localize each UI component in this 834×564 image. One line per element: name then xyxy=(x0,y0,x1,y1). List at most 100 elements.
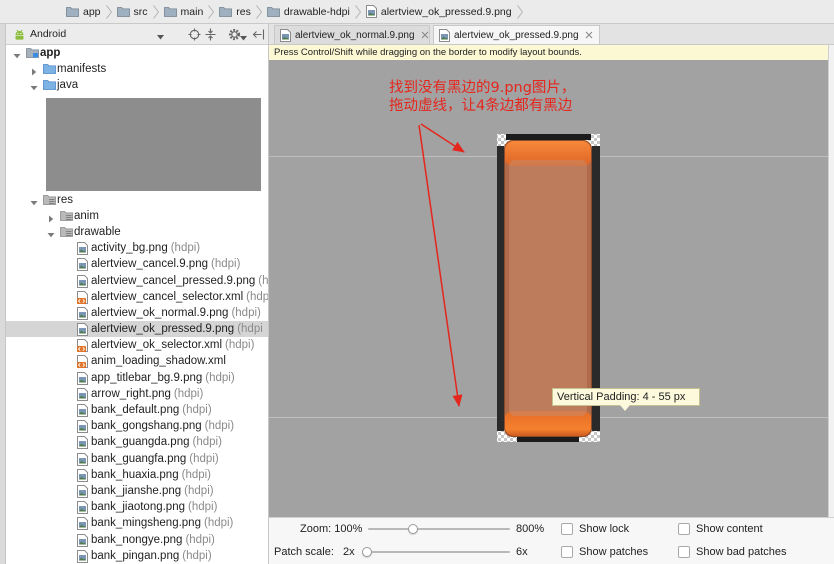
show-content-checkbox[interactable] xyxy=(678,523,690,535)
breadcrumb-label: src xyxy=(133,5,148,18)
image-file-icon xyxy=(77,436,88,450)
info-bar: Press Control/Shift while dragging on th… xyxy=(269,45,828,60)
breadcrumb-item-res[interactable]: res xyxy=(219,0,251,23)
zoom-slider[interactable] xyxy=(368,528,510,530)
show-content-label[interactable]: Show content xyxy=(696,523,763,536)
collapse-all-icon[interactable] xyxy=(204,28,217,44)
tree-item-anim[interactable]: anim xyxy=(6,208,268,224)
file-name: app_titlebar_bg.9.png xyxy=(91,371,203,384)
image-file-icon xyxy=(77,323,88,337)
image-file-icon xyxy=(77,549,88,564)
chevron-down-icon[interactable] xyxy=(240,32,247,44)
tree-item-drawable[interactable]: drawable xyxy=(6,224,268,240)
tooltip-pointer xyxy=(620,405,630,411)
show-lock-label[interactable]: Show lock xyxy=(579,523,629,536)
file-name: bank_mingsheng.png xyxy=(91,517,201,530)
tree-item-java[interactable]: java xyxy=(6,77,268,93)
tree-item-bank-nongye-png[interactable]: bank_nongye.png (hdpi) xyxy=(6,532,268,548)
tree-item-alertview-ok-pressed-9-png[interactable]: alertview_ok_pressed.9.png (hdpi xyxy=(6,321,268,338)
chevron-down-icon[interactable] xyxy=(13,49,21,61)
chevron-down-icon[interactable] xyxy=(30,81,38,93)
tree-item-label: anim xyxy=(74,208,99,224)
scrollbar[interactable] xyxy=(828,45,834,517)
chevron-down-icon[interactable] xyxy=(30,196,38,208)
breadcrumb-item-drawable-hdpi[interactable]: drawable-hdpi xyxy=(266,0,350,23)
tree-item-res[interactable]: res xyxy=(6,192,268,208)
tree-item-bank-jianshe-png[interactable]: bank_jianshe.png (hdpi) xyxy=(6,483,268,499)
patch-scale-slider-knob[interactable] xyxy=(362,547,372,557)
chevron-down-icon[interactable] xyxy=(47,228,55,240)
patch-scale-slider[interactable] xyxy=(362,551,510,553)
chevron-down-icon[interactable] xyxy=(157,31,164,43)
tree-item-bank-pingan-png[interactable]: bank_pingan.png (hdpi) xyxy=(6,548,268,564)
tree-item-alertview-cancel-selector-xml[interactable]: alertview_cancel_selector.xml (hdp xyxy=(6,289,268,305)
zoom-label: Zoom: 100% xyxy=(300,523,363,535)
tree-item-activity-bg-png[interactable]: activity_bg.png (hdpi) xyxy=(6,240,268,256)
locate-icon[interactable] xyxy=(188,28,201,44)
breadcrumb-item-main[interactable]: main xyxy=(163,0,203,23)
tree-item-anim-loading-shadow-xml[interactable]: anim_loading_shadow.xml xyxy=(6,353,268,369)
density-qualifier: (hdpi) xyxy=(204,420,235,433)
ninepatch-canvas[interactable] xyxy=(269,60,828,517)
resource-folder-icon xyxy=(60,226,73,240)
tree-item-alertview-cancel-9-png[interactable]: alertview_cancel.9.png (hdpi) xyxy=(6,256,268,272)
chevron-right-icon[interactable] xyxy=(47,212,55,224)
tab-alertview-ok-normal-9-png[interactable]: alertview_ok_normal.9.png xyxy=(274,25,430,44)
show-patches-label[interactable]: Show patches xyxy=(579,546,648,559)
tree-item-manifests[interactable]: manifests xyxy=(6,61,268,77)
tree-item-label: bank_guangfa.png (hdpi) xyxy=(91,451,219,467)
image-file-icon xyxy=(77,258,88,272)
tree-item-bank-guangfa-png[interactable]: bank_guangfa.png (hdpi) xyxy=(6,451,268,467)
editor-tab-bar: alertview_ok_normal.9.png alertview_ok_pr… xyxy=(269,24,834,45)
density-qualifier: (hdpi) xyxy=(182,549,212,562)
breadcrumb-item-app[interactable]: app xyxy=(66,0,101,23)
breadcrumb-item-src[interactable]: src xyxy=(116,0,148,23)
tree-item-bank-default-png[interactable]: bank_default.png (hdpi) xyxy=(6,402,268,418)
tab-alertview-ok-pressed-9-png[interactable]: alertview_ok_pressed.9.png xyxy=(433,25,600,44)
zoom-max-label: 800% xyxy=(516,523,545,535)
tree-item-label: alertview_ok_selector.xml (hdpi) xyxy=(91,337,254,353)
tree-item-bank-guangda-png[interactable]: bank_guangda.png (hdpi) xyxy=(6,434,268,450)
tree-item-arrow-right-png[interactable]: arrow_right.png (hdpi) xyxy=(6,386,268,402)
tree-item-bank-jiaotong-png[interactable]: bank_jiaotong.png (hdpi) xyxy=(6,499,268,515)
redacted-block xyxy=(46,97,261,191)
annotation-text: 找到没有黑边的9.png图片， xyxy=(389,80,576,96)
chevron-right-icon[interactable] xyxy=(30,65,38,77)
show-bad-patches-label[interactable]: Show bad patches xyxy=(696,546,787,559)
breadcrumb-item-alertview-ok-pressed-9-png[interactable]: alertview_ok_pressed.9.png xyxy=(365,0,512,23)
density-qualifier: (hdpi) xyxy=(231,306,261,319)
top-patch-marker[interactable] xyxy=(506,134,591,140)
zoom-slider-knob[interactable] xyxy=(407,524,418,534)
tree-item-label: bank_nongye.png (hdpi) xyxy=(91,532,215,548)
image-file-icon xyxy=(77,274,88,289)
tree-item-alertview-ok-normal-9-png[interactable]: alertview_ok_normal.9.png (hdpi) xyxy=(6,305,268,321)
tree-item-bank-huaxia-png[interactable]: bank_huaxia.png (hdpi) xyxy=(6,467,268,483)
tree-item-bank-gongshang-png[interactable]: bank_gongshang.png (hdpi) xyxy=(6,418,268,434)
tree-item-alertview-ok-selector-xml[interactable]: alertview_ok_selector.xml (hdpi) xyxy=(6,337,268,353)
file-name: bank_jiaotong.png xyxy=(91,501,185,514)
close-icon[interactable] xyxy=(421,31,429,39)
project-view-selector[interactable]: Android xyxy=(30,28,66,40)
tree-item-label: java xyxy=(57,77,78,93)
density-qualifier: (hdpi) xyxy=(184,484,214,497)
file-name: bank_default.png xyxy=(91,404,180,416)
chevron-right-icon xyxy=(251,4,267,19)
left-patch-marker[interactable] xyxy=(497,146,504,431)
show-bad-patches-checkbox[interactable] xyxy=(678,546,690,558)
tree-item-label: app xyxy=(40,45,60,61)
tree-item-label: alertview_ok_normal.9.png (hdpi) xyxy=(91,305,261,321)
show-lock-checkbox[interactable] xyxy=(561,523,573,535)
file-name: bank_guangda.png xyxy=(91,436,190,449)
bottom-patch-marker[interactable] xyxy=(517,437,579,442)
module-folder-icon xyxy=(26,47,39,61)
file-name: arrow_right.png xyxy=(91,387,171,400)
show-patches-checkbox[interactable] xyxy=(561,546,573,558)
close-icon[interactable] xyxy=(585,31,593,39)
tree-item-app-titlebar-bg-9-png[interactable]: app_titlebar_bg.9.png (hdpi) xyxy=(6,370,268,386)
tree-item-alertview-cancel-pressed-9-png[interactable]: alertview_cancel_pressed.9.png (h xyxy=(6,273,268,289)
tree-item-bank-mingsheng-png[interactable]: bank_mingsheng.png (hdpi) xyxy=(6,515,268,531)
hide-panel-icon[interactable] xyxy=(252,28,265,44)
source-folder-icon xyxy=(43,63,56,77)
tree-item-app[interactable]: app xyxy=(6,45,268,61)
image-file-icon xyxy=(439,28,450,42)
